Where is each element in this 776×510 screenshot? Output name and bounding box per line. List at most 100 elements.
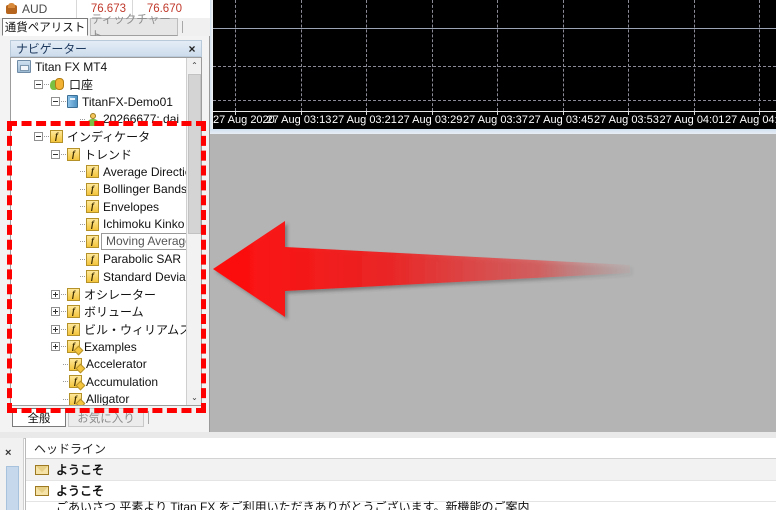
collapse-icon[interactable]: [34, 79, 43, 89]
chart-x-label: 27 Aug 03:37: [463, 114, 528, 126]
close-icon[interactable]: ×: [5, 447, 11, 459]
mail-icon: [35, 485, 49, 496]
news-column-header[interactable]: ヘッドライン: [26, 438, 776, 459]
collapse-icon[interactable]: [51, 97, 60, 107]
tree-connector: [80, 223, 85, 225]
server-icon: [67, 95, 78, 109]
chart-x-label: 27 Aug 03:53: [594, 114, 659, 126]
tree-item[interactable]: 20266677: dai: [11, 111, 187, 129]
tree-item[interactable]: f Examples: [11, 338, 187, 356]
tree-item[interactable]: f オシレーター: [11, 286, 187, 304]
tree-connector: [61, 101, 66, 103]
tree-item[interactable]: f Average Directional Movement Index: [11, 163, 187, 181]
chart-gridline-horizontal: [213, 100, 776, 101]
tree-item-label: Average Directional Movement Index: [103, 164, 187, 179]
expand-icon[interactable]: [51, 324, 60, 334]
tree-item-label: Accumulation: [86, 374, 159, 389]
navigator-scrollbar[interactable]: ⌃ ⌄: [186, 58, 201, 405]
chart-x-label: 27 Aug 03:13: [266, 114, 332, 126]
navigator-bottom-tabs: 全般 お気に入り: [10, 408, 202, 428]
chart-gridline-vertical: [497, 0, 498, 111]
tree-item-label: Bollinger Bands: [103, 182, 187, 197]
tree-connector: [80, 276, 85, 278]
user-icon: [86, 112, 99, 126]
tree-item[interactable]: 口座: [11, 76, 187, 94]
tab-general[interactable]: 全般: [12, 408, 66, 427]
tree-connector: [44, 136, 49, 138]
scroll-down-icon[interactable]: ⌄: [187, 390, 201, 405]
tree-item[interactable]: f インディケータ: [11, 128, 187, 146]
tree-item[interactable]: f Bollinger Bands: [11, 181, 187, 199]
tree-connector: [61, 153, 66, 155]
tree-item[interactable]: f Ichimoku Kinko Hyo: [11, 216, 187, 234]
news-row[interactable]: ようこそ: [26, 459, 776, 481]
expand-icon[interactable]: [51, 307, 60, 317]
tree-item[interactable]: f ビル・ウィリアムス: [11, 321, 187, 339]
scrollbar-thumb[interactable]: [188, 74, 201, 234]
chart-gridline-horizontal: [213, 28, 776, 29]
tree-item-label: オシレーター: [84, 287, 157, 302]
tree-item[interactable]: f Moving Average: [11, 233, 187, 251]
tab-currency-pair-list[interactable]: 通貨ペアリスト: [2, 18, 88, 36]
chart-plot-area[interactable]: 27 Aug 2020 27 Aug 03:13 27 Aug 03:21 27 Au…: [213, 0, 776, 129]
tree-item[interactable]: f トレンド: [11, 146, 187, 164]
tree-item-label: トレンド: [84, 147, 133, 162]
chart-workspace-background: [210, 134, 776, 432]
tree-item[interactable]: TitanFX-Demo01: [11, 93, 187, 111]
tree-item-label: TitanFX-Demo01: [82, 94, 173, 109]
tab-label: お気に入り: [77, 412, 135, 425]
mail-icon: [35, 464, 49, 475]
navigator-titlebar: ナビゲーター ×: [10, 40, 202, 57]
tree-item[interactable]: f ボリューム: [11, 303, 187, 321]
close-icon[interactable]: ×: [186, 43, 198, 55]
tree-item[interactable]: f Accumulation: [11, 373, 187, 391]
tree-connector: [61, 293, 66, 295]
tree-item-label: Alligator: [86, 392, 130, 405]
tree-connector: [61, 311, 66, 313]
chart-gridline-vertical: [300, 0, 302, 111]
tree-item[interactable]: f Accelerator: [11, 356, 187, 374]
tree-item-label: ボリューム: [84, 305, 144, 320]
scroll-up-icon[interactable]: ⌃: [187, 58, 201, 73]
expand-icon[interactable]: [51, 342, 60, 352]
news-title: ごあいさつ 平素より Titan FX をご利用いただきありがとうございます。新…: [56, 501, 530, 510]
tree-item[interactable]: f Standard Deviation: [11, 268, 187, 286]
market-watch-tabbar: 通貨ペアリスト ティックチャート: [0, 14, 211, 42]
terminal-vertical-tab[interactable]: [6, 466, 19, 510]
tree-item[interactable]: f Alligator: [11, 391, 187, 405]
collapse-icon[interactable]: [34, 132, 43, 142]
chart-gridline-vertical: [693, 0, 695, 111]
tab-tick-chart[interactable]: ティックチャート: [90, 14, 178, 42]
tree-connector: [63, 363, 68, 365]
tree-item[interactable]: Titan FX MT4: [11, 58, 187, 76]
price-chart[interactable]: 27 Aug 2020 27 Aug 03:13 27 Aug 03:21 27 Au…: [210, 0, 776, 129]
expand-icon[interactable]: [51, 289, 60, 299]
collapse-icon[interactable]: [51, 149, 60, 159]
news-row[interactable]: ようこそ: [26, 480, 776, 502]
tree-connector: [80, 241, 85, 243]
navigator-title: ナビゲーター: [16, 42, 87, 56]
terminal-content: ヘッドライン ようこそ ようこそ ごあいさつ 平素より Titan FX をご利…: [25, 438, 776, 510]
function-icon: f: [67, 322, 80, 336]
tree-item[interactable]: f Parabolic SAR: [11, 251, 187, 269]
function-diamond-icon: f: [67, 340, 80, 354]
news-row-partial[interactable]: ごあいさつ 平素より Titan FX をご利用いただきありがとうございます。新…: [26, 501, 776, 510]
function-icon: f: [86, 270, 99, 284]
function-icon: f: [67, 147, 80, 161]
tab-favorites[interactable]: お気に入り: [68, 408, 144, 427]
tree-item-label: Moving Average: [101, 233, 187, 251]
tree-item[interactable]: f Envelopes: [11, 198, 187, 216]
function-icon: f: [86, 235, 99, 249]
chart-gridline-vertical: [562, 0, 564, 111]
